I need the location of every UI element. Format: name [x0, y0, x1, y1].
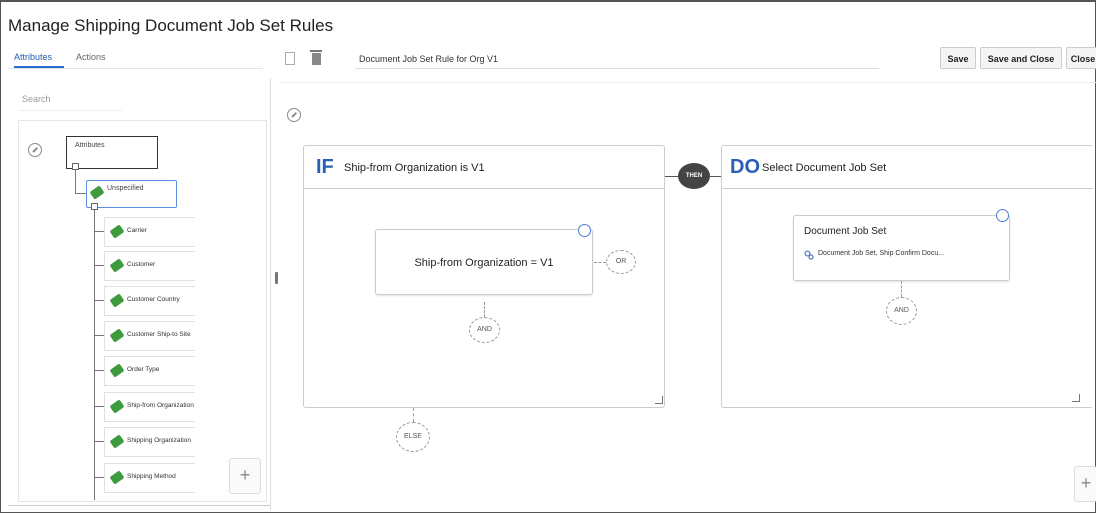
tag-icon: [109, 363, 125, 378]
or-connector: [594, 262, 606, 264]
tree-leaf-label: Shipping Method: [127, 473, 176, 480]
action-detail: Document Job Set, Ship Confirm Docu...: [818, 250, 945, 257]
or-button[interactable]: OR: [606, 250, 636, 274]
copy-icon[interactable]: [285, 52, 295, 65]
tree-connector: [94, 265, 104, 266]
tag-icon: [109, 293, 125, 308]
tag-icon: [109, 470, 125, 485]
action-and-button[interactable]: AND: [886, 297, 917, 325]
tree-selected-label: Unspecified: [107, 185, 144, 192]
tag-icon: [109, 399, 125, 414]
tree-leaf[interactable]: Customer Ship-to Site: [104, 321, 195, 351]
save-button[interactable]: Save: [940, 47, 976, 69]
tree-leaf-label: Customer Ship-to Site: [127, 331, 191, 338]
resize-icon[interactable]: [655, 396, 663, 404]
then-connector: [665, 176, 679, 177]
tree-connector: [94, 335, 104, 336]
tree-connector: [94, 477, 104, 478]
tree-leaf-label: Customer: [127, 261, 156, 268]
tree-leaf[interactable]: Order Type: [104, 356, 195, 386]
tree-root-node[interactable]: Attributes: [66, 136, 158, 169]
tree-leaf-label: Ship-from Organization: [127, 402, 194, 409]
tree-connector: [94, 441, 104, 442]
search-input[interactable]: Search: [18, 88, 122, 111]
collapse-all-icon[interactable]: [28, 143, 42, 157]
tab-attributes[interactable]: Attributes: [14, 52, 52, 62]
tree-connector: [75, 170, 76, 194]
tag-icon: [109, 328, 125, 343]
tree-connector: [94, 300, 104, 301]
tree-leaf-label: Carrier: [127, 227, 147, 234]
and-connector: [484, 302, 486, 317]
tag-icon: [89, 185, 105, 200]
condition-text: Ship-from Organization = V1: [414, 257, 554, 269]
else-button[interactable]: ELSE: [396, 422, 430, 452]
and-connector: [901, 281, 903, 297]
if-panel-header: IF Ship-from Organization is V1: [304, 146, 664, 189]
tree-leaf[interactable]: Customer: [104, 251, 195, 281]
condition-handle-icon[interactable]: [578, 224, 591, 237]
save-and-close-button[interactable]: Save and Close: [980, 47, 1062, 69]
do-header-text: Select Document Job Set: [762, 162, 887, 174]
tree-leaf[interactable]: Shipping Method: [104, 463, 195, 493]
splitter-handle-icon[interactable]: [275, 272, 278, 284]
do-keyword: DO: [730, 156, 760, 178]
page-title: Manage Shipping Document Job Set Rules: [8, 16, 334, 35]
collapse-icon[interactable]: [287, 108, 301, 122]
tree-leaf-label: Customer Country: [127, 296, 180, 303]
tree-leaf-label: Shipping Organization: [127, 437, 191, 444]
panel-bottom-border: [8, 505, 270, 506]
tree-leaf-label: Order Type: [127, 366, 160, 373]
expand-toggle-icon[interactable]: [91, 203, 98, 210]
tree-connector: [94, 406, 104, 407]
add-rule-button[interactable]: +: [1074, 466, 1096, 502]
canvas-divider: [280, 82, 1096, 83]
panel-splitter[interactable]: [270, 78, 271, 510]
tag-icon: [109, 258, 125, 273]
expand-toggle-icon[interactable]: [72, 163, 79, 170]
action-card[interactable]: Document Job Set Document Job Set, Ship …: [793, 215, 1010, 281]
if-keyword: IF: [316, 156, 334, 178]
close-button[interactable]: Close: [1066, 47, 1096, 69]
tree-leaf[interactable]: Ship-from Organization: [104, 392, 195, 422]
action-handle-icon[interactable]: [996, 209, 1009, 222]
tree-connector: [94, 231, 104, 232]
tree-root-label: Attributes: [75, 142, 105, 149]
tab-divider: [8, 68, 263, 69]
tree-connector: [94, 210, 95, 500]
tag-icon: [109, 224, 125, 239]
rule-name-field[interactable]: Document Job Set Rule for Org V1: [355, 50, 879, 69]
tag-icon: [109, 434, 125, 449]
resize-icon[interactable]: [1072, 394, 1080, 402]
and-button[interactable]: AND: [469, 317, 500, 343]
tree-selected-node[interactable]: Unspecified: [86, 180, 177, 208]
action-title: Document Job Set: [804, 226, 887, 237]
tree-leaf[interactable]: Customer Country: [104, 286, 195, 316]
condition-card[interactable]: Ship-from Organization = V1: [375, 229, 593, 295]
tree-leaf[interactable]: Carrier: [104, 217, 195, 247]
else-connector: [413, 408, 415, 422]
tab-actions[interactable]: Actions: [76, 52, 106, 62]
tree-leaf[interactable]: Shipping Organization: [104, 427, 195, 457]
add-node-button[interactable]: +: [229, 458, 261, 494]
gear-icon: [804, 250, 814, 260]
if-header-text: Ship-from Organization is V1: [344, 162, 485, 174]
tree-connector: [94, 370, 104, 371]
trash-icon[interactable]: [310, 50, 322, 66]
then-badge: THEN: [678, 163, 710, 189]
do-panel-header: DO Select Document Job Set: [722, 146, 1093, 189]
